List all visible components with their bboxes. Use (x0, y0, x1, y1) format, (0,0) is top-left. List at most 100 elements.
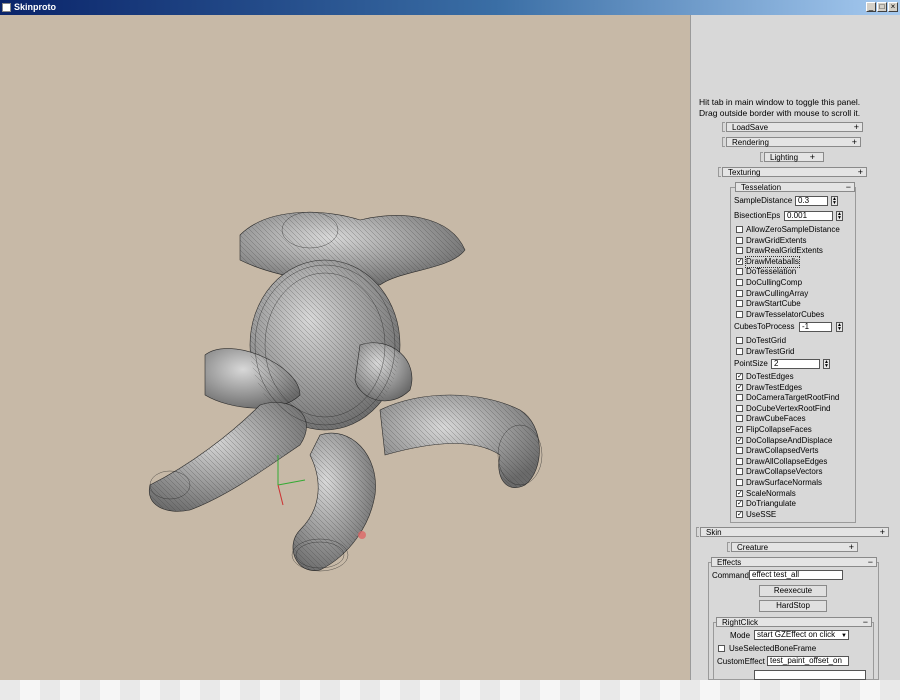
checkbox[interactable]: ✓ (736, 436, 743, 444)
rollout-label: Tesselation (741, 183, 782, 192)
collapse-icon[interactable]: − (846, 182, 851, 192)
rollout-skin[interactable]: Skin + (700, 527, 889, 537)
minimize-icon[interactable]: _ (866, 2, 876, 12)
rollout-label: RightClick (722, 618, 759, 627)
checkbox[interactable] (736, 404, 743, 412)
rollout-rendering[interactable]: Rendering + (726, 137, 861, 147)
spinner-icon[interactable]: ▲ ▼ (823, 359, 830, 369)
rollout-tesselation[interactable]: Tesselation − (735, 182, 855, 192)
command-input[interactable]: effect test_all (749, 570, 843, 580)
checkbox[interactable] (736, 394, 743, 402)
checkbox[interactable] (736, 479, 743, 486)
checkbox-label: DrawCollapseVectors (746, 467, 823, 477)
checkbox[interactable] (736, 268, 743, 276)
custom-effect-label: CustomEffect (717, 657, 765, 666)
checkbox[interactable] (736, 457, 743, 465)
collapse-icon[interactable]: − (868, 557, 873, 567)
checkbox[interactable] (736, 236, 743, 244)
extra-input[interactable] (754, 670, 866, 680)
checkbox-label: DrawAllCollapseEdges (746, 456, 828, 466)
rollout-label: LoadSave (732, 123, 769, 132)
point-size-label: PointSize (734, 359, 768, 368)
expand-icon[interactable]: + (849, 542, 854, 552)
checkbox-label: FlipCollapseFaces (746, 425, 812, 434)
panel-hint-line-1: Hit tab in main window to toggle this pa… (699, 97, 861, 107)
checkbox[interactable] (736, 468, 743, 476)
expand-icon[interactable]: + (810, 152, 815, 162)
expand-icon[interactable]: + (854, 122, 859, 132)
checkbox-label: DrawTestGrid (746, 346, 795, 356)
rollout-label: Lighting (770, 153, 799, 162)
reexecute-button[interactable]: Reexecute (759, 585, 827, 597)
checkbox[interactable] (736, 415, 743, 423)
rollout-creature[interactable]: Creature + (731, 542, 858, 552)
sample-distance-input[interactable]: 0.3 (795, 196, 828, 206)
rollout-rightclick[interactable]: RightClick − (716, 617, 872, 627)
rollout-label: Effects (717, 558, 742, 567)
checkbox[interactable] (736, 310, 743, 318)
checkbox-label: DrawRealGridExtents (746, 246, 823, 256)
rollout-effects[interactable]: Effects − (711, 557, 877, 567)
close-icon[interactable]: × (888, 2, 898, 12)
checkbox-label: DoCollapseAndDisplace (746, 435, 833, 445)
app-icon (2, 3, 11, 12)
mode-select-value: start GZEffect on click (757, 630, 836, 639)
checkbox-label: DrawSurfaceNormals (746, 478, 823, 487)
rollout-lighting[interactable]: Lighting + (764, 152, 824, 162)
checkbox[interactable]: ✓ (736, 373, 743, 380)
rollout-grip (727, 542, 730, 552)
rollout-texturing[interactable]: Texturing + (722, 167, 867, 177)
spinner-icon[interactable]: ▲ ▼ (836, 211, 843, 221)
checkbox[interactable] (736, 337, 743, 344)
checkbox[interactable] (736, 347, 743, 355)
expand-icon[interactable]: + (880, 527, 885, 537)
spinner-icon[interactable]: ▲ ▼ (831, 196, 838, 206)
use-selected-bone-frame-checkbox[interactable] (718, 645, 725, 652)
checkbox-label: DoTestGrid (746, 336, 787, 345)
chevron-down-icon[interactable]: ▼ (841, 632, 847, 640)
checkbox[interactable] (736, 226, 743, 233)
checkbox[interactable] (736, 247, 743, 255)
expand-icon[interactable]: + (852, 137, 857, 147)
mode-select[interactable]: start GZEffect on click ▼ (754, 630, 849, 640)
checkbox[interactable]: ✓ (736, 426, 743, 433)
3d-viewport[interactable] (0, 15, 690, 680)
checkbox-label: DrawCubeFaces (746, 414, 806, 424)
custom-effect-input[interactable]: test_paint_offset_on (767, 656, 849, 666)
point-size-input[interactable]: 2 (771, 359, 820, 369)
collapse-icon[interactable]: − (863, 617, 868, 627)
checkbox-label: AllowZeroSampleDistance (746, 225, 840, 234)
rollout-grip (696, 527, 699, 537)
window-title: Skinproto (14, 2, 56, 12)
checkbox[interactable]: ✓ (736, 500, 743, 508)
mode-label: Mode (730, 631, 751, 640)
rollout-grip (722, 122, 725, 132)
bisection-eps-input[interactable]: 0.001 (784, 211, 833, 221)
checkbox-label: DoCullingComp (746, 278, 803, 287)
cubes-to-process-input[interactable]: -1 (799, 322, 832, 332)
checkbox[interactable]: ✓ (736, 489, 743, 497)
checkbox[interactable] (736, 300, 743, 308)
checkbox[interactable]: ✓ (736, 257, 743, 265)
checkbox-label: DoTestEdges (746, 372, 794, 381)
spinner-icon[interactable]: ▲ ▼ (836, 322, 843, 332)
rollout-label: Creature (737, 543, 769, 552)
bisection-eps-label: BisectionEps (734, 211, 781, 220)
rollout-label: Texturing (728, 168, 761, 177)
checkbox-label: DoCameraTargetRootFind (746, 393, 840, 403)
checkbox-label: DrawCullingArray (746, 288, 809, 298)
checkbox[interactable] (736, 279, 743, 286)
expand-icon[interactable]: + (858, 167, 863, 177)
checkbox[interactable]: ✓ (736, 510, 743, 518)
checkbox[interactable]: ✓ (736, 383, 743, 391)
checkbox-label: DoCubeVertexRootFind (746, 403, 831, 413)
use-selected-bone-frame-label: UseSelectedBoneFrame (729, 644, 817, 653)
hardstop-button[interactable]: HardStop (759, 600, 827, 612)
checkbox[interactable] (736, 447, 743, 455)
rollout-loadsave[interactable]: LoadSave + (726, 122, 863, 132)
checkbox-label: DrawStartCube (746, 299, 801, 309)
checkbox[interactable] (736, 289, 743, 297)
maximize-icon[interactable]: □ (877, 2, 887, 12)
rollout-label: Rendering (732, 138, 769, 147)
taskbar (0, 680, 900, 700)
